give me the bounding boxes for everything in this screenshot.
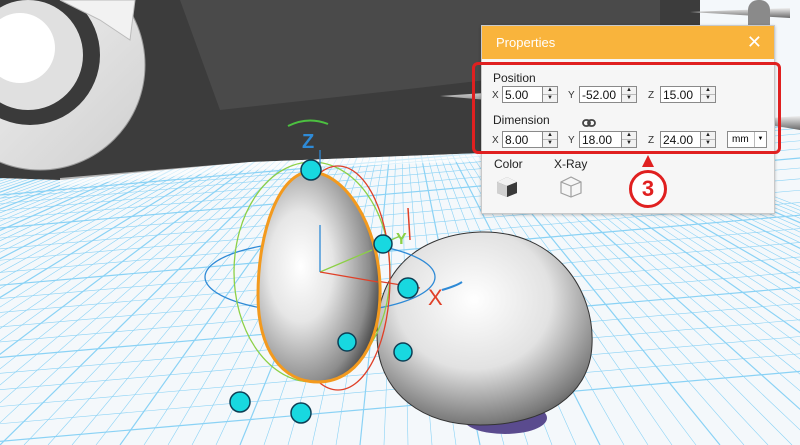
- color-label: Color: [494, 157, 523, 171]
- close-icon[interactable]: ✕: [747, 33, 762, 51]
- resize-handle-mid[interactable]: [337, 332, 357, 352]
- resize-handle-top[interactable]: [300, 159, 322, 181]
- resize-handle-x[interactable]: [397, 277, 419, 299]
- color-cube-icon[interactable]: [496, 176, 518, 203]
- xray-cube-icon[interactable]: [560, 176, 582, 203]
- highlight-box: [472, 62, 781, 154]
- panel-header: Properties ✕: [482, 26, 774, 59]
- callout-pointer: [642, 155, 654, 167]
- model-dome: [376, 231, 593, 434]
- callout-badge: 3: [629, 170, 667, 208]
- resize-handle-bottom[interactable]: [290, 402, 312, 424]
- resize-handle-bottom-left[interactable]: [229, 391, 251, 413]
- resize-handle-side[interactable]: [393, 342, 413, 362]
- resize-handle-y[interactable]: [373, 234, 393, 254]
- gizmo-z-label: Z: [302, 131, 314, 153]
- gizmo-y-label: Y: [396, 231, 407, 248]
- gizmo-x-label: X: [428, 285, 443, 310]
- panel-title: Properties: [496, 35, 556, 50]
- xray-label: X-Ray: [554, 157, 588, 171]
